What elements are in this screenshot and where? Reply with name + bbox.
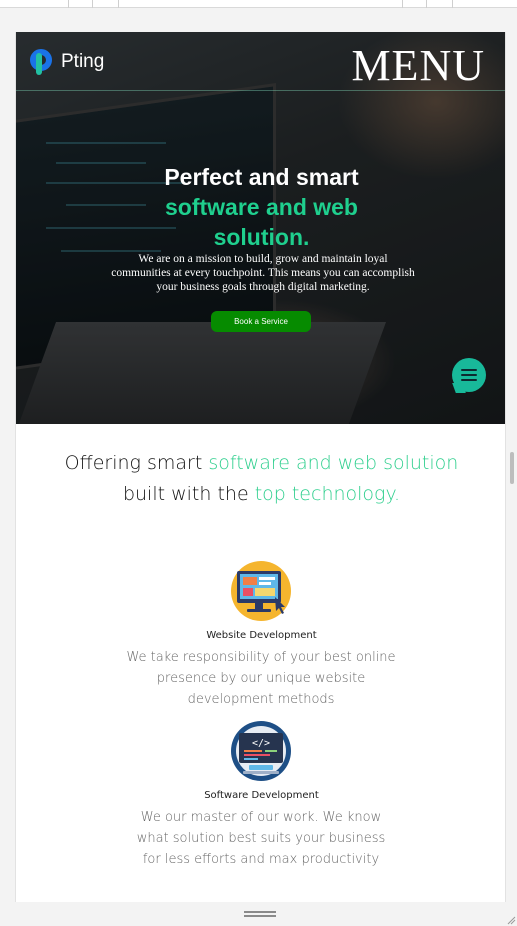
site-logo[interactable]: Pting xyxy=(28,47,104,77)
section-title: Offering smart software and web solution… xyxy=(56,448,467,510)
svg-text:</>: </> xyxy=(252,738,270,749)
logo-icon xyxy=(28,47,58,77)
section-title-text: Offering smart xyxy=(64,452,209,474)
strip-divider xyxy=(402,0,403,8)
logo-text: Pting xyxy=(61,51,105,72)
scrollbar-thumb[interactable] xyxy=(510,452,514,484)
strip-divider xyxy=(426,0,427,8)
strip-divider xyxy=(68,0,69,8)
service-name: Software Development xyxy=(204,790,319,801)
resize-handle-icon[interactable] xyxy=(506,910,516,925)
website-development-icon xyxy=(229,559,293,623)
chat-button[interactable] xyxy=(452,358,486,393)
menu-button[interactable]: MENU xyxy=(351,40,485,91)
device-page: Pting MENU Perfect and smart software an… xyxy=(15,32,506,902)
service-description: We our master of our work. We know what … xyxy=(136,810,386,867)
strip-divider xyxy=(452,0,453,8)
hero-title-line: Perfect and smart xyxy=(164,164,359,190)
section-title-text: built with the xyxy=(122,483,255,505)
hero-title-line: software and web xyxy=(165,194,358,220)
book-service-button[interactable]: Book a Service xyxy=(211,311,311,332)
strip-divider xyxy=(118,0,119,8)
browser-top-strip xyxy=(0,0,517,8)
section-title-highlight: software and web solution xyxy=(208,452,459,474)
software-development-icon: </> xyxy=(229,719,293,783)
chat-icon xyxy=(461,366,477,384)
hero-description: We are on a mission to build, grow and m… xyxy=(111,253,415,293)
hero-title: Perfect and smart software and web solut… xyxy=(16,162,505,252)
service-name: Website Development xyxy=(206,630,317,641)
section-title-highlight: top technology. xyxy=(254,483,401,505)
hero-section: Pting MENU Perfect and smart software an… xyxy=(16,32,505,424)
hero-title-line: solution. xyxy=(213,224,310,250)
strip-divider xyxy=(92,0,93,8)
drag-handle-icon[interactable] xyxy=(244,911,276,918)
service-description: We take responsibility of your best onli… xyxy=(126,650,396,707)
